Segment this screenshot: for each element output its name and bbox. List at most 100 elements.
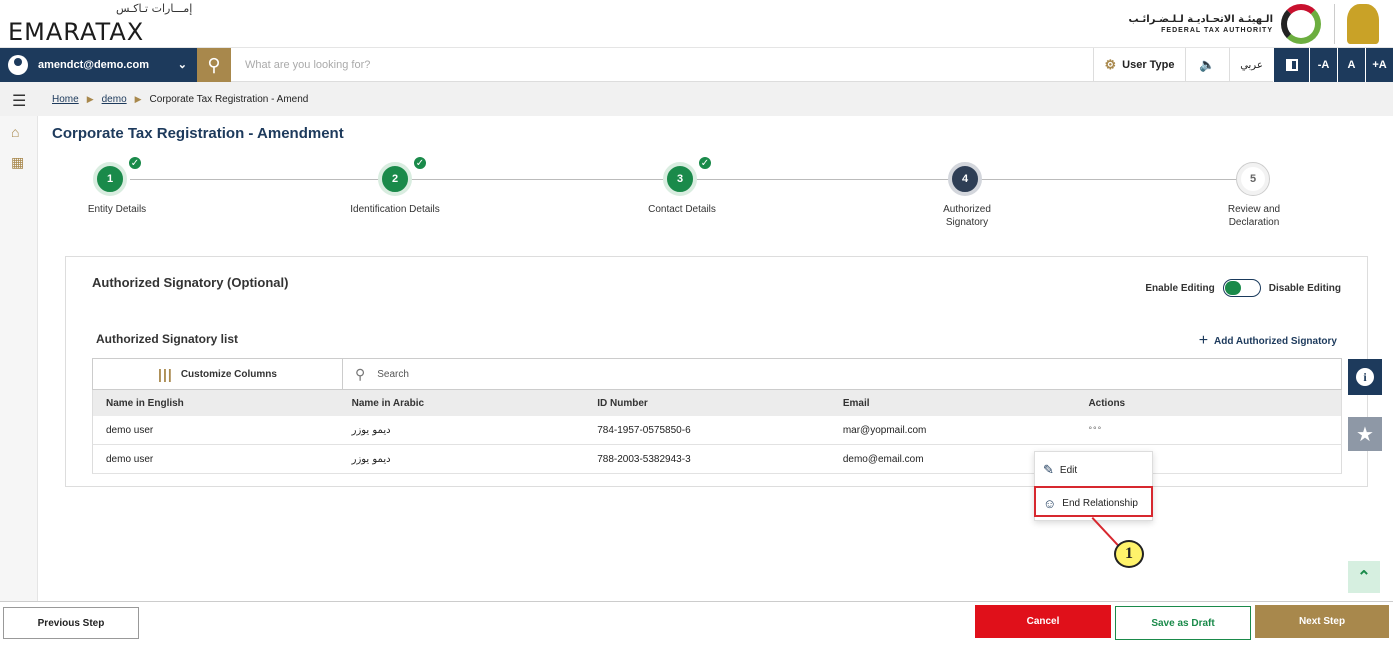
add-signatory-label: Add Authorized Signatory [1214, 335, 1337, 347]
table-search-placeholder: Search [377, 368, 409, 380]
next-step-button[interactable]: Next Step [1255, 605, 1389, 638]
chevron-down-icon: ⌄ [177, 59, 187, 71]
breadcrumb-current: Corporate Tax Registration - Amend [149, 94, 309, 105]
gear-icon: ⚙ [1104, 57, 1117, 72]
authorized-signatory-card: Authorized Signatory (Optional) Enable E… [65, 256, 1368, 487]
speaker-icon[interactable]: 🔈 [1185, 48, 1229, 82]
navbar-right-tools: ⚙ User Type 🔈 عربي -A A +A [1093, 48, 1393, 82]
step-4-label-line1: Authorized [943, 204, 991, 215]
footer-actions: Previous Step Cancel Save as Draft Next … [0, 601, 1393, 645]
step-3-label: Contact Details [648, 204, 716, 215]
language-toggle[interactable]: عربي [1229, 48, 1273, 82]
authority-name-arabic: الـهيئـة الاتحـاديـة لـلـضـرائـب [1128, 14, 1273, 25]
cell-id-number: 784-1957-0575850-6 [597, 424, 691, 436]
global-search-input[interactable]: What are you looking for? [245, 59, 370, 71]
step-5-label-line2: Declaration [1228, 217, 1280, 228]
step-5-circle[interactable]: 5 [1236, 162, 1270, 196]
fta-logo-icon [1281, 4, 1321, 44]
cell-id-number: 788-2003-5382943-3 [597, 453, 691, 465]
check-icon: ✓ [697, 155, 713, 171]
font-normal-button[interactable]: A [1337, 48, 1365, 82]
table-search-input[interactable]: ⚲ Search [343, 359, 409, 389]
edit-menu-item[interactable]: ✎ Edit [1035, 454, 1154, 486]
previous-step-button[interactable]: Previous Step [3, 607, 139, 639]
column-header[interactable]: Name in Arabic [339, 398, 585, 409]
star-icon[interactable]: ★ [1348, 417, 1382, 451]
page-title: Corporate Tax Registration - Amendment [52, 125, 344, 142]
save-as-draft-button[interactable]: Save as Draft [1115, 606, 1251, 640]
header-divider [1334, 4, 1335, 44]
cell-email: mar@yopmail.com [842, 424, 927, 436]
emaratax-logo[interactable]: EMARATAX [8, 18, 144, 46]
edit-label: Edit [1059, 464, 1078, 476]
callout-badge: 1 [1114, 540, 1144, 568]
column-header[interactable]: Email [830, 398, 1076, 409]
step-3-circle[interactable]: 3 [663, 162, 697, 196]
editing-toggle-group: Enable Editing Disable Editing [1145, 279, 1341, 297]
table-row: demo user ديمو يوزر 784-1957-0575850-6 m… [92, 416, 1342, 445]
disable-editing-label: Disable Editing [1268, 282, 1341, 294]
toggle-knob [1224, 281, 1241, 295]
enable-editing-label: Enable Editing [1145, 282, 1215, 294]
authority-name-english: FEDERAL TAX AUTHORITY [1161, 27, 1273, 34]
step-1-circle[interactable]: 1 [93, 162, 127, 196]
breadcrumb-home[interactable]: Home [52, 94, 79, 105]
step-5-label: Review and Declaration [1184, 203, 1324, 229]
home-icon[interactable]: ⌂ [11, 124, 19, 140]
breadcrumb: Home ▶ demo ▶ Corporate Tax Registration… [52, 94, 308, 105]
customize-columns-label: Customize Columns [180, 368, 277, 380]
logo-arabic-text: إمـــارات تـاكـس [116, 2, 193, 15]
step-5-label-line1: Review and [1227, 204, 1281, 215]
scroll-top-icon[interactable]: ⌃ [1348, 561, 1380, 593]
step-1-label: Entity Details [87, 204, 147, 215]
table-header: Name in English Name in Arabic ID Number… [92, 390, 1342, 416]
columns-icon: ||| [158, 366, 173, 382]
step-4-label: Authorized Signatory [897, 203, 1037, 229]
font-increase-button[interactable]: +A [1365, 48, 1393, 82]
navbar: amendct@demo.com ⌄ ⚲ What are you lookin… [0, 48, 1393, 82]
check-icon: ✓ [412, 155, 428, 171]
uae-emblem-icon [1347, 4, 1379, 44]
hamburger-menu-icon[interactable]: ☰ [12, 91, 26, 111]
list-title: Authorized Signatory list [96, 332, 239, 346]
column-header[interactable]: Name in English [93, 398, 339, 409]
step-4-label-line2: Signatory [945, 217, 989, 228]
table-toolbar: ||| Customize Columns ⚲ Search [92, 358, 1342, 390]
highlight-box [1034, 486, 1153, 517]
breadcrumb-bar: ☰ Home ▶ demo ▶ Corporate Tax Registrati… [0, 82, 1393, 116]
cell-name-ar: ديمو يوزر [351, 424, 391, 436]
section-title: Authorized Signatory (Optional) [92, 275, 289, 290]
user-type-button[interactable]: ⚙ User Type [1093, 48, 1185, 82]
breadcrumb-demo[interactable]: demo [102, 94, 127, 105]
edit-icon: ✎ [1043, 462, 1054, 477]
cancel-button[interactable]: Cancel [975, 605, 1111, 638]
info-icon: i [1356, 368, 1374, 386]
font-decrease-button[interactable]: -A [1309, 48, 1337, 82]
customize-columns-button[interactable]: ||| Customize Columns [93, 359, 343, 389]
info-button[interactable]: i [1348, 359, 1382, 395]
user-type-label: User Type [1122, 59, 1175, 71]
column-header: Actions [1088, 397, 1126, 409]
column-header[interactable]: ID Number [584, 398, 830, 409]
editing-toggle[interactable] [1222, 279, 1261, 297]
table-row: demo user ديمو يوزر 788-2003-5382943-3 d… [92, 445, 1342, 474]
left-sidebar: ⌂ ▦ [0, 116, 38, 601]
search-icon[interactable]: ⚲ [197, 48, 231, 82]
cell-name-ar: ديمو يوزر [351, 453, 391, 465]
user-email: amendct@demo.com [38, 59, 149, 71]
check-icon: ✓ [127, 155, 143, 171]
add-authorized-signatory-button[interactable]: + Add Authorized Signatory [1199, 332, 1337, 350]
apps-grid-icon[interactable]: ▦ [11, 154, 24, 171]
top-header: إمـــارات تـاكـس EMARATAX الـهيئـة الاتح… [0, 0, 1393, 48]
user-menu[interactable]: amendct@demo.com ⌄ [0, 48, 197, 82]
step-2-label: Identification Details [350, 204, 440, 215]
plus-icon: + [1198, 332, 1209, 349]
search-icon: ⚲ [355, 365, 366, 382]
step-4-circle[interactable]: 4 [948, 162, 982, 196]
cell-name-en: demo user [106, 453, 154, 465]
breadcrumb-arrow-icon: ▶ [86, 94, 94, 104]
contrast-icon[interactable] [1273, 48, 1309, 82]
user-avatar-icon [8, 55, 28, 75]
more-actions-icon[interactable]: °°° [1088, 425, 1102, 435]
step-2-circle[interactable]: 2 [378, 162, 412, 196]
